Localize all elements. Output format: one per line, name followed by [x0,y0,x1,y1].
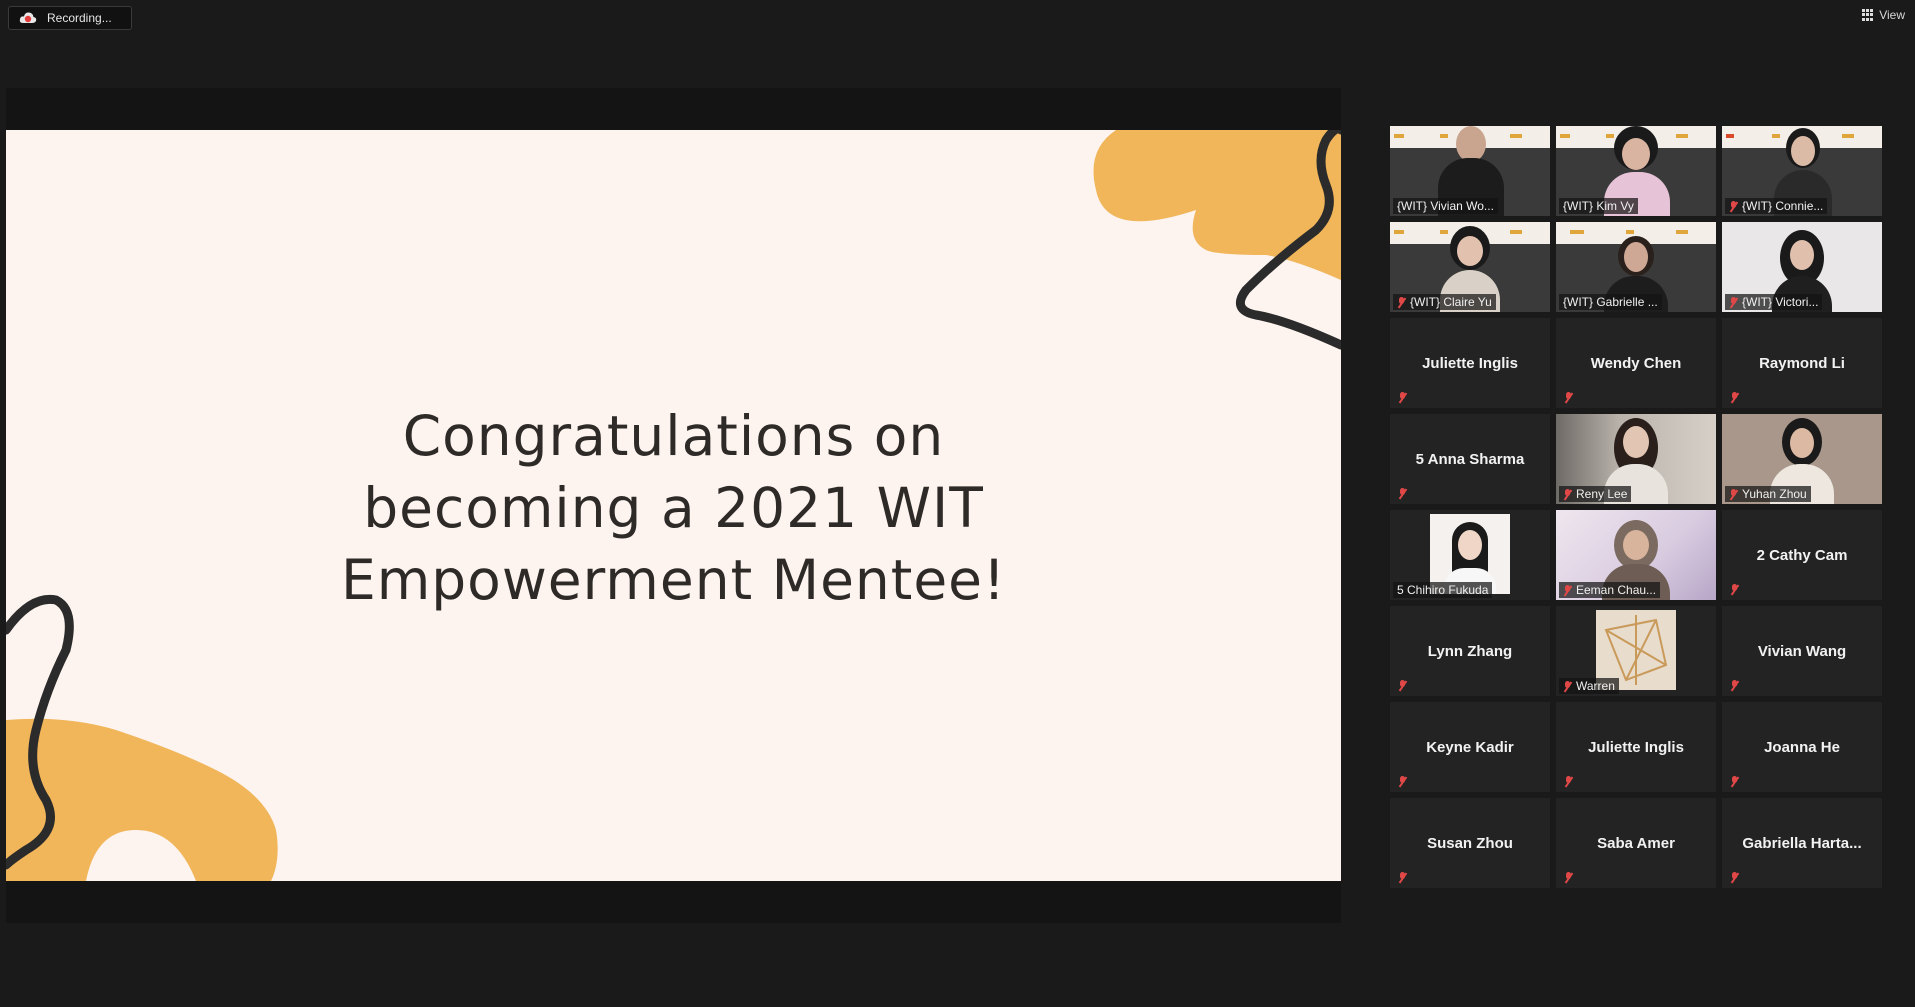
participant-name-label: Eeman Chau... [1559,582,1661,598]
participant-name-label: {WIT} Kim Vy [1559,198,1638,214]
participant-name: {WIT} Victori... [1742,295,1819,309]
participant-name: Wendy Chen [1590,354,1682,372]
participant-tile[interactable]: Susan Zhou [1390,798,1550,888]
participant-name: {WIT} Kim Vy [1563,199,1634,213]
muted-mic-icon [1398,488,1408,500]
participant-name: Reny Lee [1576,487,1628,501]
shared-slide: Congratulations on becoming a 2021 WIT E… [6,130,1341,881]
muted-mic-icon [1729,488,1739,500]
participant-tile[interactable]: Eeman Chau... [1556,510,1716,600]
muted-mic-icon [1729,200,1739,212]
muted-mic-icon [1730,776,1740,788]
participant-tile[interactable]: {WIT} Vivian Wo... [1390,126,1550,216]
participant-name: Keyne Kadir [1426,738,1514,756]
participant-name: Yuhan Zhou [1742,487,1807,501]
participant-name: Gabriella Harta... [1742,834,1862,852]
muted-mic-icon [1564,776,1574,788]
participant-gallery: {WIT} Vivian Wo... {WIT} Kim Vy {WIT} Co… [1390,126,1882,888]
participant-tile[interactable]: Wendy Chen [1556,318,1716,408]
muted-mic-icon [1730,392,1740,404]
participant-tile[interactable]: Warren [1556,606,1716,696]
participant-name: Raymond Li [1759,354,1845,372]
muted-mic-icon [1398,392,1408,404]
participant-name: Juliette Inglis [1588,738,1684,756]
muted-mic-icon [1729,296,1739,308]
participant-name-label: {WIT} Victori... [1725,294,1823,310]
participant-name: Eeman Chau... [1576,583,1657,597]
participant-name-label: 5 Chihiro Fukuda [1393,582,1493,598]
slide-title-line: Congratulations on [402,404,945,468]
participant-tile[interactable]: Reny Lee [1556,414,1716,504]
cloud-recording-icon [19,11,37,25]
muted-mic-icon [1564,872,1574,884]
participant-tile[interactable]: Gabriella Harta... [1722,798,1882,888]
recording-label: Recording... [47,11,112,25]
participant-name: 5 Anna Sharma [1415,450,1525,468]
participant-name-label: {WIT} Vivian Wo... [1393,198,1498,214]
participant-tile[interactable]: Keyne Kadir [1390,702,1550,792]
participant-tile[interactable]: {WIT} Victori... [1722,222,1882,312]
participant-tile[interactable]: Joanna He [1722,702,1882,792]
participant-name: Vivian Wang [1757,642,1847,660]
slide-title-line: Empowerment Mentee! [340,548,1007,612]
participant-tile[interactable]: {WIT} Claire Yu [1390,222,1550,312]
participant-tile[interactable]: Yuhan Zhou [1722,414,1882,504]
participant-name-label: {WIT} Connie... [1725,198,1828,214]
muted-mic-icon [1730,872,1740,884]
participant-tile[interactable]: 5 Chihiro Fukuda [1390,510,1550,600]
slide-title: Congratulations on becoming a 2021 WIT E… [6,400,1341,616]
muted-mic-icon [1563,680,1573,692]
slide-title-line: becoming a 2021 WIT [363,476,984,540]
grid-view-icon [1862,9,1874,21]
view-button[interactable]: View [1862,8,1905,22]
participant-name: {WIT} Connie... [1742,199,1824,213]
participant-name: Juliette Inglis [1422,354,1518,372]
recording-indicator[interactable]: Recording... [8,6,132,30]
participant-name: Susan Zhou [1427,834,1513,852]
participant-tile[interactable]: {WIT} Kim Vy [1556,126,1716,216]
participant-name: 2 Cathy Cam [1756,546,1848,564]
participant-name-label: {WIT} Gabrielle ... [1559,294,1662,310]
muted-mic-icon [1564,392,1574,404]
participant-tile[interactable]: {WIT} Connie... [1722,126,1882,216]
participant-tile[interactable]: 5 Anna Sharma [1390,414,1550,504]
participant-name: {WIT} Vivian Wo... [1397,199,1494,213]
muted-mic-icon [1563,584,1573,596]
participant-name: 5 Chihiro Fukuda [1397,583,1489,597]
participant-name: {WIT} Gabrielle ... [1563,295,1658,309]
participant-tile[interactable]: Lynn Zhang [1390,606,1550,696]
participant-tile[interactable]: Saba Amer [1556,798,1716,888]
participant-name-label: Yuhan Zhou [1725,486,1811,502]
muted-mic-icon [1397,296,1407,308]
participant-name: Warren [1576,679,1615,693]
participant-tile-active-speaker[interactable]: {WIT} Gabrielle ... [1556,222,1716,312]
muted-mic-icon [1398,872,1408,884]
muted-mic-icon [1398,776,1408,788]
muted-mic-icon [1563,488,1573,500]
muted-mic-icon [1730,680,1740,692]
participant-tile[interactable]: Raymond Li [1722,318,1882,408]
participant-name: Saba Amer [1597,834,1675,852]
muted-mic-icon [1398,680,1408,692]
participant-tile[interactable]: Juliette Inglis [1390,318,1550,408]
participant-name-label: {WIT} Claire Yu [1393,294,1496,310]
participant-name-label: Reny Lee [1559,486,1632,502]
participant-tile[interactable]: Vivian Wang [1722,606,1882,696]
participant-name-label: Warren [1559,678,1619,694]
participant-tile[interactable]: 2 Cathy Cam [1722,510,1882,600]
participant-tile[interactable]: Juliette Inglis [1556,702,1716,792]
participant-name: {WIT} Claire Yu [1410,295,1492,309]
participant-name: Joanna He [1764,738,1840,756]
view-label: View [1879,8,1905,22]
muted-mic-icon [1730,584,1740,596]
participant-name: Lynn Zhang [1427,642,1513,660]
